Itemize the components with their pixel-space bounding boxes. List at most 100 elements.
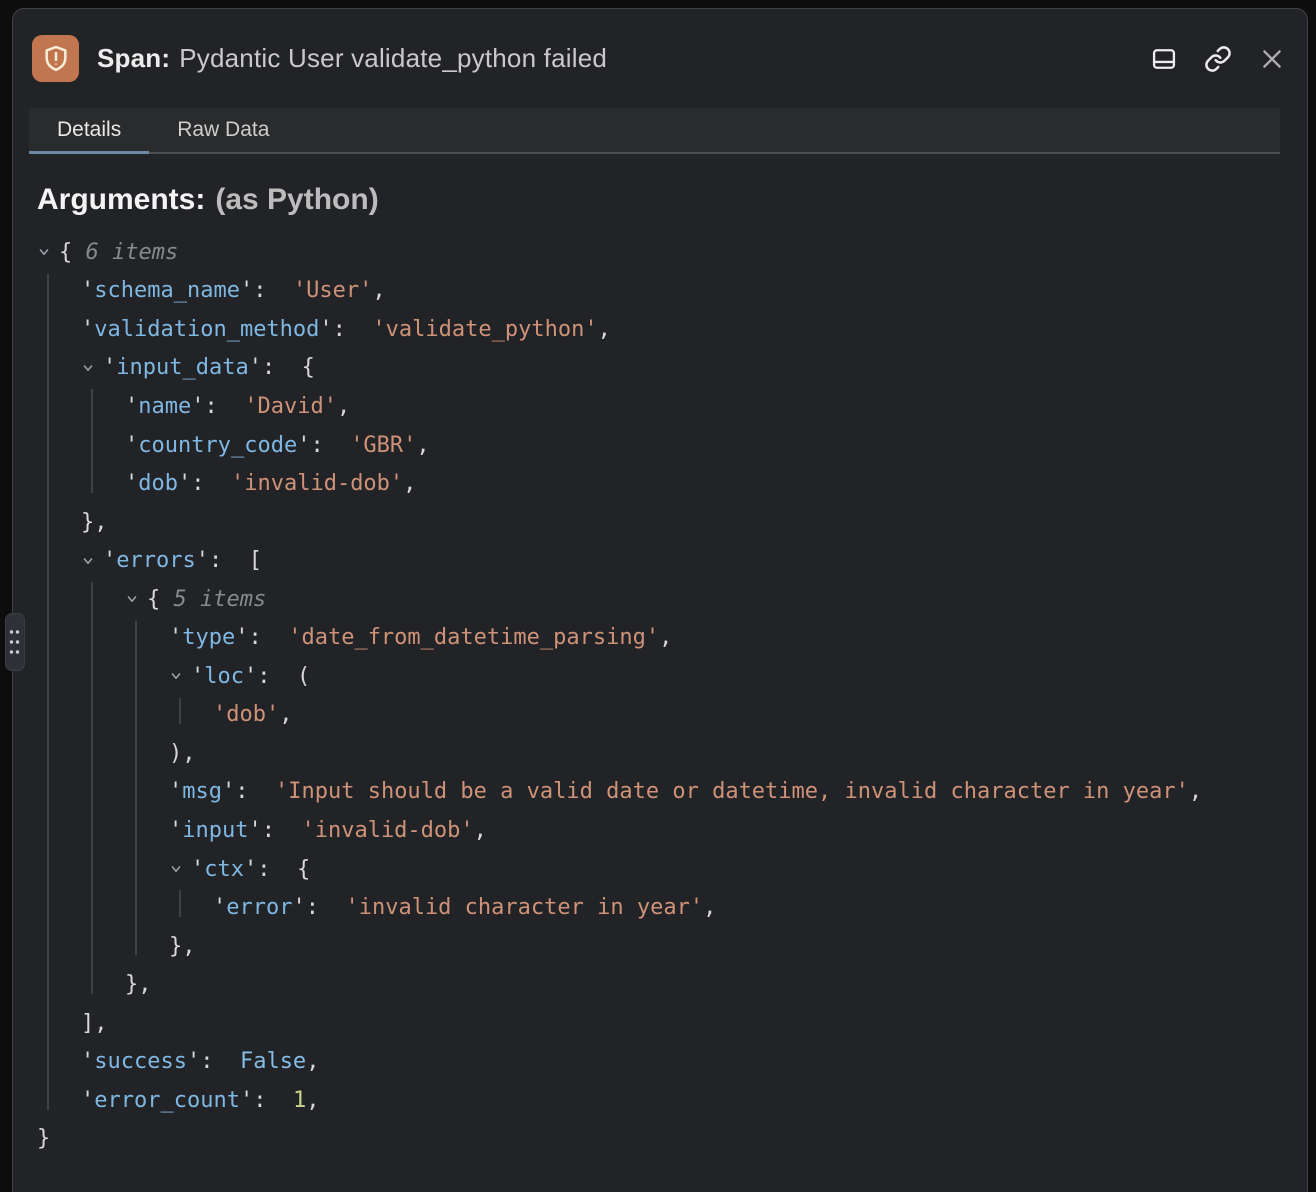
arguments-heading-suffix: (as Python) [215, 183, 378, 216]
token-punct: ': { [244, 857, 310, 882]
token-punct: { [59, 240, 86, 265]
token-punct: ' [125, 394, 138, 419]
token-punct: } [37, 1126, 50, 1151]
indent-guide [179, 890, 181, 917]
token-punct: ': [191, 394, 244, 419]
json-row: 'error': 'invalid character in year', [13, 888, 1307, 927]
token-punct: }, [125, 972, 152, 997]
token-punct: ' [191, 664, 204, 689]
token-punct: ' [191, 857, 204, 882]
token-key: input_data [116, 355, 248, 380]
close-icon[interactable] [1257, 44, 1287, 74]
token-punct: ' [125, 433, 138, 458]
token-punct: ': [297, 433, 350, 458]
json-row: 'error_count': 1, [13, 1081, 1307, 1120]
json-row: ), [13, 734, 1307, 773]
token-key: country_code [138, 433, 297, 458]
chevron-down-icon[interactable] [37, 245, 59, 259]
json-row: }, [13, 927, 1307, 966]
json-row: 'dob': 'invalid-dob', [13, 464, 1307, 503]
json-row: }, [13, 503, 1307, 542]
token-key: dob [138, 471, 178, 496]
token-string: 'validate_python' [372, 317, 597, 342]
header-actions [1149, 44, 1287, 74]
json-row: ], [13, 1004, 1307, 1043]
token-key: validation_method [94, 317, 319, 342]
token-punct: ': [ [196, 548, 262, 573]
token-key: input [182, 818, 248, 843]
chevron-down-icon[interactable] [125, 592, 147, 606]
token-punct: ': [222, 779, 275, 804]
token-punct: , [306, 1049, 319, 1074]
token-string: 'invalid character in year' [345, 895, 703, 920]
token-punct: ), [169, 741, 196, 766]
tab-raw-data-label: Raw Data [177, 118, 269, 142]
json-row: 'country_code': 'GBR', [13, 426, 1307, 465]
json-row: 'ctx': { [13, 850, 1307, 889]
token-punct: ' [103, 548, 116, 573]
span-kind-label: Span: [97, 43, 170, 73]
json-row: 'input_data': { [13, 349, 1307, 388]
json-row: 'name': 'David', [13, 387, 1307, 426]
arguments-heading-prefix: Arguments: [37, 183, 205, 216]
token-punct: , [1189, 779, 1202, 804]
token-punct: , [416, 433, 429, 458]
json-row: { 5 items [13, 580, 1307, 619]
tab-raw-data[interactable]: Raw Data [149, 108, 297, 152]
token-punct: ' [81, 1088, 94, 1113]
arguments-heading: Arguments: (as Python) [37, 182, 1283, 218]
panel-title: Span:Pydantic User validate_python faile… [97, 43, 607, 74]
token-punct: ], [81, 1011, 108, 1036]
indent-guide [179, 698, 181, 725]
drag-handle[interactable] [5, 613, 25, 671]
indent-guide [47, 274, 49, 1110]
token-number: 1 [293, 1088, 306, 1113]
indent-guide [91, 582, 93, 994]
token-punct: ': ( [244, 664, 310, 689]
token-punct: , [659, 625, 672, 650]
token-key: name [138, 394, 191, 419]
chevron-down-icon[interactable] [169, 669, 191, 683]
token-punct: ': [240, 1088, 293, 1113]
token-punct: , [306, 1088, 319, 1113]
token-punct: ' [103, 355, 116, 380]
json-row: 'input': 'invalid-dob', [13, 811, 1307, 850]
token-punct: { [147, 587, 174, 612]
span-detail-panel: Span:Pydantic User validate_python faile… [12, 8, 1308, 1192]
token-key: loc [204, 664, 244, 689]
token-string: 'date_from_datetime_parsing' [288, 625, 659, 650]
json-row: 'loc': ( [13, 657, 1307, 696]
chevron-down-icon[interactable] [169, 862, 191, 876]
token-string: 'GBR' [350, 433, 416, 458]
token-key: success [94, 1049, 187, 1074]
token-punct: , [372, 278, 385, 303]
token-punct: ': [187, 1049, 240, 1074]
token-string: 'David' [244, 394, 337, 419]
token-string: 'Input should be a valid date or datetim… [275, 779, 1189, 804]
token-key: msg [182, 779, 222, 804]
token-punct: ': [240, 278, 293, 303]
json-tree: { 6 items'schema_name': 'User','validati… [13, 233, 1307, 1158]
token-punct: ': { [249, 355, 315, 380]
json-row: }, [13, 965, 1307, 1004]
token-string: 'User' [293, 278, 372, 303]
token-punct: ': [235, 625, 288, 650]
token-string: 'invalid-dob' [231, 471, 403, 496]
grip-dots-icon [8, 627, 21, 657]
token-key: schema_name [94, 278, 240, 303]
dock-bottom-icon[interactable] [1149, 44, 1179, 74]
token-key: ctx [204, 857, 244, 882]
token-key: error_count [94, 1088, 240, 1113]
token-punct: ' [169, 818, 182, 843]
alert-shield-icon [32, 35, 79, 82]
indent-guide [135, 621, 137, 956]
chevron-down-icon[interactable] [81, 361, 103, 375]
json-row: 'validation_method': 'validate_python', [13, 310, 1307, 349]
link-icon[interactable] [1203, 44, 1233, 74]
chevron-down-icon[interactable] [81, 554, 103, 568]
token-item-count: 6 items [86, 240, 179, 265]
tab-details[interactable]: Details [29, 108, 149, 152]
tab-details-label: Details [57, 118, 121, 142]
token-punct: , [337, 394, 350, 419]
token-punct: , [474, 818, 487, 843]
